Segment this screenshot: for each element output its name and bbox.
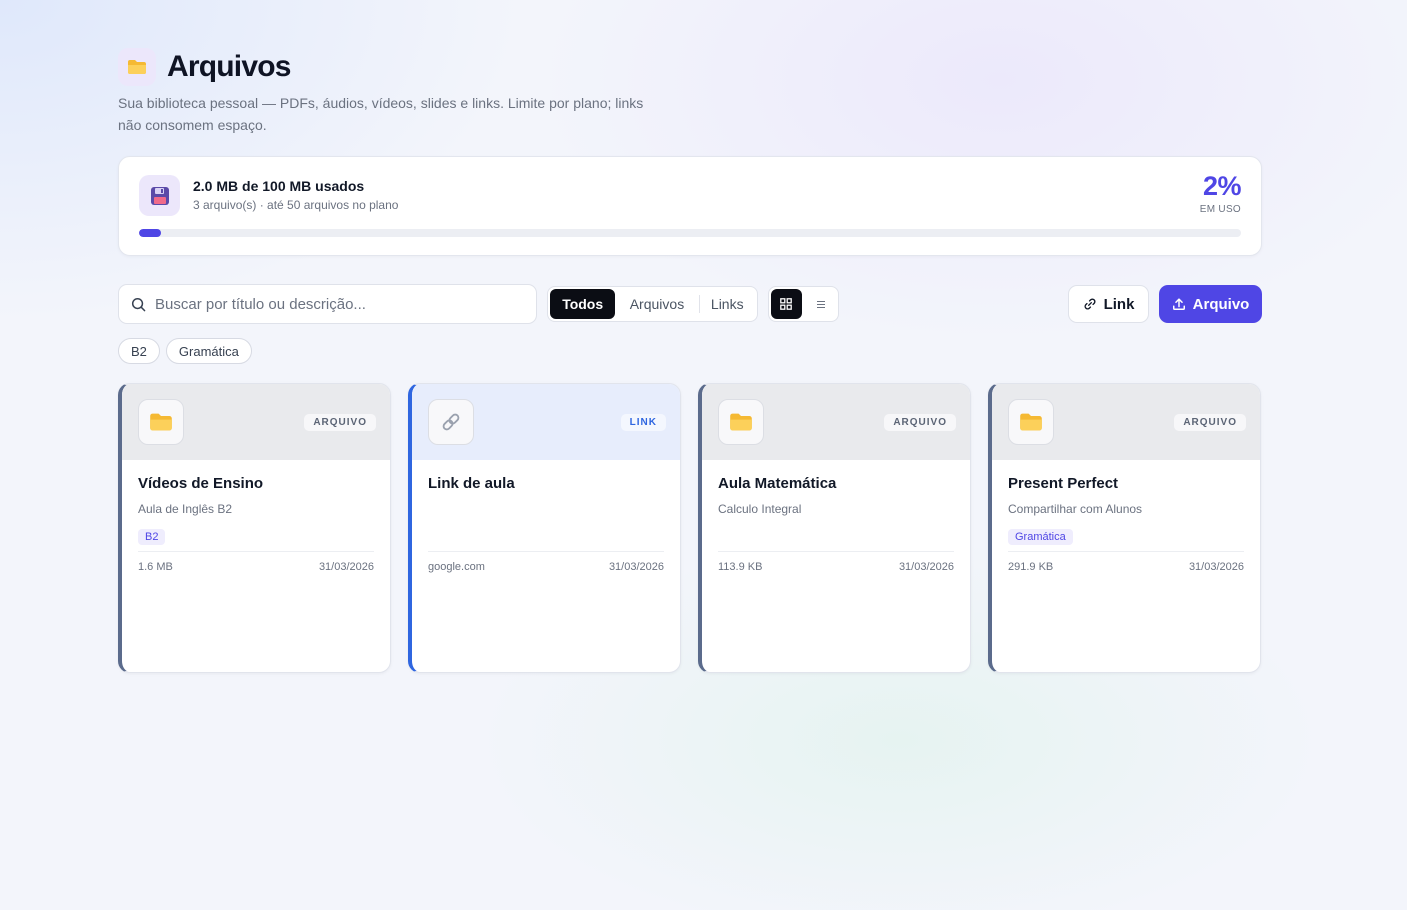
card-title: Present Perfect [1008,475,1119,492]
card-date: 31/03/2026 [608,561,664,573]
card-type-badge: ARQUIVO [884,414,956,431]
file-card[interactable]: ARQUIVO Present Perfect Compartilhar com… [988,383,1261,673]
filter-tab-todos[interactable]: Todos [550,289,616,319]
search-box [118,284,537,324]
card-divider [1008,551,1244,552]
tag-chip-gramatica[interactable]: Gramática [165,338,252,364]
link-icon [428,399,474,445]
card-type-badge: ARQUIVO [1174,414,1246,431]
list-view-button[interactable] [806,289,837,319]
link-icon [1084,298,1096,310]
card-size: 291.9 KB [1008,561,1054,573]
storage-progress-bar [139,229,1241,237]
folder-icon [718,399,764,445]
search-icon [131,297,146,311]
title-row: Arquivos [118,48,291,86]
tag-chip-b2[interactable]: B2 [118,338,160,364]
card-description: Compartilhar com Alunos [1008,502,1143,516]
file-card[interactable]: ARQUIVO Aula Matemática Calculo Integral… [698,383,971,673]
card-type-badge: ARQUIVO [304,414,376,431]
storage-usage-card: 2.0 MB de 100 MB usados 3 arquivo(s) · a… [118,156,1262,256]
folder-icon [118,48,156,86]
card-divider [428,551,664,552]
filter-tab-arquivos[interactable]: Arquivos [615,289,698,319]
floppy-disk-icon [139,175,180,216]
tag-filter-chips: B2 Gramática [118,338,252,364]
card-title: Aula Matemática [718,475,837,492]
add-link-button[interactable]: Link [1068,285,1149,323]
page-header: Arquivos Sua biblioteca pessoal — PDFs, … [118,48,643,133]
card-divider [718,551,954,552]
card-title: Vídeos de Ensino [138,475,264,492]
card-divider [138,551,374,552]
page-subtitle: Sua biblioteca pessoal — PDFs, áudios, v… [118,95,644,133]
card-size: 113.9 KB [718,561,763,573]
card-size: 1.6 MB [138,561,173,573]
file-card[interactable]: ARQUIVO Vídeos de Ensino Aula de Inglês … [118,383,391,673]
storage-title: 2.0 MB de 100 MB usados [193,178,365,194]
card-title: Link de aula [428,475,515,492]
folder-icon [1008,399,1054,445]
card-date: 31/03/2026 [898,561,954,573]
card-date: 31/03/2026 [318,561,374,573]
page-title: Arquivos [167,50,291,83]
card-date: 31/03/2026 [1188,561,1244,573]
folder-icon [138,399,184,445]
card-tag: B2 [138,529,166,545]
add-link-label: Link [1103,295,1135,313]
upload-icon [1172,298,1185,310]
card-tag: Gramática [1008,529,1073,545]
card-url: google.com [428,561,485,573]
storage-progress-fill [139,229,162,237]
grid-view-icon [780,298,793,310]
upload-file-label: Arquivo [1192,295,1250,313]
storage-percent-label: EM USO [1199,204,1241,215]
card-description: Aula de Inglês B2 [138,502,233,516]
storage-subtitle: 3 arquivo(s) · até 50 arquivos no plano [193,198,399,212]
search-input[interactable] [155,295,515,313]
link-card[interactable]: LINK Link de aula google.com 31/03/2026 [408,383,681,673]
card-type-badge: LINK [620,414,666,431]
upload-file-button[interactable]: Arquivo [1159,285,1262,323]
type-filter: Todos Arquivos Links [547,286,758,322]
filter-tab-links[interactable]: Links [700,289,755,319]
view-toggle [768,286,839,322]
storage-percent: 2% [1202,171,1242,201]
file-card-grid: ARQUIVO Vídeos de Ensino Aula de Inglês … [118,383,1261,673]
grid-view-button[interactable] [771,289,802,319]
list-view-icon [816,300,825,308]
card-description: Calculo Integral [718,502,802,516]
